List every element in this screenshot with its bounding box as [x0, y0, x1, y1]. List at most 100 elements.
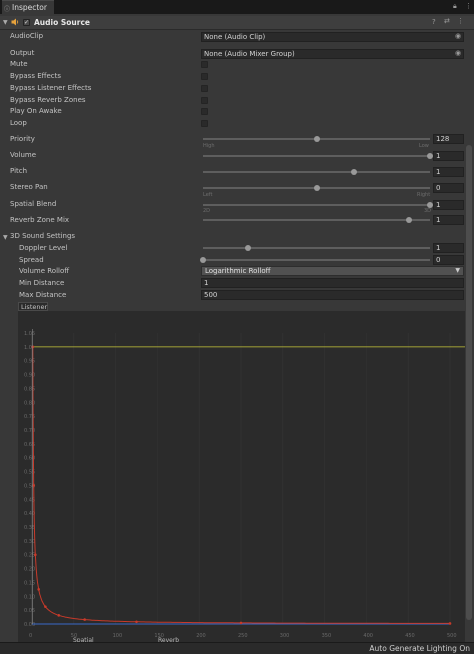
- reverb-zone-mix-slider-track[interactable]: [203, 219, 430, 221]
- y-tick-label: 0.35: [24, 525, 35, 531]
- spatial-blend-slider-track[interactable]: [203, 204, 430, 206]
- volume-value: 1: [436, 152, 441, 160]
- info-icon: ⓘ: [4, 6, 11, 13]
- x-tick-label: 0: [29, 633, 32, 639]
- audioclip-field[interactable]: None (Audio Clip): [201, 32, 464, 42]
- min-distance-label: Min Distance: [19, 279, 65, 287]
- priority-min-label: High: [203, 143, 215, 149]
- component-header[interactable]: ▼ ✓ Audio Source ? ⇄ ⋮: [0, 16, 474, 30]
- menu-icon[interactable]: ⋮: [465, 2, 472, 10]
- volume-label: Volume: [10, 151, 37, 159]
- tab-inspector-label: Inspector: [12, 3, 47, 12]
- pitch-slider-handle[interactable]: [351, 169, 358, 175]
- doppler-level-slider-track[interactable]: [203, 247, 430, 249]
- x-tick-label: 300: [280, 633, 290, 639]
- component-enabled-checkbox[interactable]: ✓: [23, 19, 30, 26]
- bypass-listener-effects-label: Bypass Listener Effects: [10, 84, 92, 92]
- stereo-pan-slider-handle[interactable]: [313, 185, 320, 191]
- reverb-zone-mix-value: 1: [436, 216, 441, 224]
- reverb-zone-mix-label: Reverb Zone Mix: [10, 216, 70, 224]
- x-tick-label: 450: [405, 633, 415, 639]
- min-distance-field[interactable]: 1: [201, 278, 464, 288]
- listener-label-box: Listener: [18, 302, 48, 311]
- y-tick-label: 0.10: [24, 594, 35, 600]
- max-distance-field[interactable]: 500: [201, 290, 464, 300]
- y-tick-label: 0.05: [24, 608, 35, 614]
- x-tick-label: 100: [113, 633, 123, 639]
- status-bar: Auto Generate Lighting On: [0, 642, 474, 654]
- y-tick-label: 1.05: [24, 331, 35, 337]
- status-bar-text: Auto Generate Lighting On: [369, 644, 470, 653]
- output-picker-icon[interactable]: ◉: [455, 49, 461, 57]
- y-tick-label: 1.0: [24, 345, 32, 351]
- doppler-level-slider-handle[interactable]: [245, 245, 252, 251]
- bypass-effects-label: Bypass Effects: [10, 72, 61, 80]
- inspector-scrollbar[interactable]: [466, 145, 472, 620]
- output-label: Output: [10, 49, 35, 57]
- volume-rolloff-label: Volume Rolloff: [19, 267, 70, 275]
- loop-label: Loop: [10, 119, 27, 127]
- reverb-zone-mix-slider-handle[interactable]: [406, 217, 413, 223]
- sound3d-foldout-arrow-icon[interactable]: ▼: [3, 234, 8, 241]
- sound3d-header[interactable]: 3D Sound Settings: [10, 232, 75, 240]
- volume-slider-track[interactable]: [203, 155, 430, 157]
- tab-inspector[interactable]: ⓘ Inspector: [2, 0, 54, 14]
- spatial-blend-field[interactable]: 1: [433, 200, 464, 210]
- y-tick-label: 0.15: [24, 580, 35, 586]
- pitch-slider-track[interactable]: [203, 171, 430, 173]
- priority-max-label: Low: [419, 143, 429, 149]
- pitch-field[interactable]: 1: [433, 167, 464, 177]
- foldout-arrow-icon[interactable]: ▼: [3, 19, 8, 26]
- y-tick-label: 0.20: [24, 567, 35, 573]
- reverb-zone-mix-field[interactable]: 1: [433, 215, 464, 225]
- curve-keyframe: [37, 588, 40, 591]
- help-icon[interactable]: ?: [432, 18, 436, 26]
- mute-checkbox[interactable]: [201, 61, 208, 68]
- y-tick-label: 0.00: [24, 622, 35, 628]
- stereo-pan-field[interactable]: 0: [433, 183, 464, 193]
- bypass-reverb-zones-label: Bypass Reverb Zones: [10, 96, 86, 104]
- curve-keyframe: [135, 620, 138, 624]
- bypass-reverb-zones-checkbox[interactable]: [201, 97, 208, 104]
- preset-icon[interactable]: ⇄: [444, 17, 450, 25]
- max-distance-value: 500: [204, 291, 218, 299]
- curve-keyframe: [448, 622, 452, 625]
- y-tick-label: 0.30: [24, 539, 35, 545]
- spread-value: 0: [436, 256, 441, 264]
- volume-rolloff-dropdown[interactable]: Logarithmic Rolloff ▼: [201, 266, 464, 276]
- priority-field[interactable]: 128: [433, 134, 464, 144]
- component-menu-icon[interactable]: ⋮: [457, 17, 464, 25]
- priority-slider-handle[interactable]: [313, 136, 320, 142]
- x-tick-label: 400: [363, 633, 373, 639]
- spatial-blend-min-label: 2D: [203, 208, 211, 214]
- object-picker-icon[interactable]: ◉: [455, 32, 461, 40]
- y-tick-label: 0.90: [24, 373, 35, 379]
- curve-keyframe: [34, 553, 37, 557]
- play-on-awake-checkbox[interactable]: [201, 108, 208, 115]
- priority-label: Priority: [10, 135, 35, 143]
- bypass-listener-effects-checkbox[interactable]: [201, 85, 208, 92]
- lock-icon[interactable]: 🔒︎: [453, 2, 457, 11]
- doppler-level-field[interactable]: 1: [433, 243, 464, 253]
- spread-slider-handle[interactable]: [200, 257, 206, 263]
- volume-field[interactable]: 1: [433, 151, 464, 161]
- stereo-pan-min-label: Left: [203, 192, 213, 198]
- spread-slider-track[interactable]: [203, 259, 430, 261]
- component-title: Audio Source: [34, 18, 90, 27]
- min-distance-value: 1: [204, 279, 209, 287]
- stereo-pan-label: Stereo Pan: [10, 183, 48, 191]
- x-tick-label: 250: [238, 633, 248, 639]
- spatial-blend-value: 1: [436, 201, 441, 209]
- rolloff-curve-graph[interactable]: 1.051.00.950.900.850.800.750.700.650.600…: [18, 311, 465, 642]
- output-value: None (Audio Mixer Group): [204, 50, 295, 58]
- y-tick-label: 0.40: [24, 511, 35, 517]
- curve-keyframe: [31, 345, 35, 349]
- x-tick-label: 500: [447, 633, 457, 639]
- spread-field[interactable]: 0: [433, 255, 464, 265]
- stereo-pan-value: 0: [436, 184, 441, 192]
- curve-keyframe: [57, 614, 61, 617]
- bypass-effects-checkbox[interactable]: [201, 73, 208, 80]
- y-tick-label: 0.25: [24, 553, 35, 559]
- output-field[interactable]: None (Audio Mixer Group): [201, 49, 464, 59]
- loop-checkbox[interactable]: [201, 120, 208, 127]
